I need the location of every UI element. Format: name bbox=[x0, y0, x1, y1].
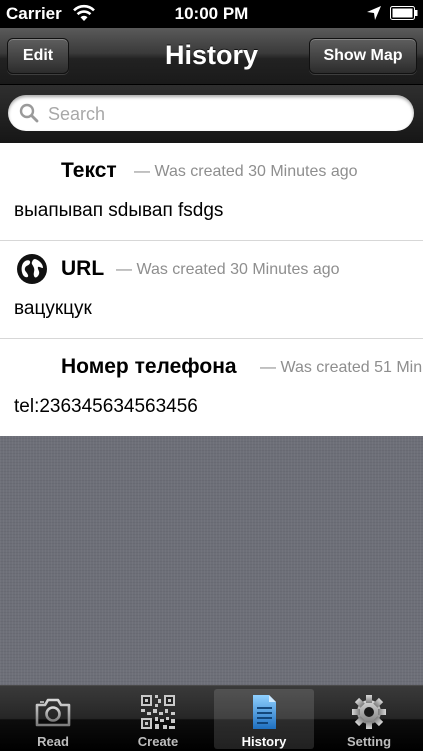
tab-label: History bbox=[241, 734, 287, 749]
globe-icon bbox=[17, 254, 47, 284]
navigation-bar: Edit History Show Map bbox=[0, 28, 423, 85]
battery-icon bbox=[390, 6, 418, 20]
row-content: выапывап sdывап fsdgs bbox=[14, 200, 224, 221]
camera-icon bbox=[35, 698, 71, 727]
search-bar bbox=[0, 85, 423, 143]
status-time: 10:00 PM bbox=[174, 4, 249, 23]
tab-label: Create bbox=[137, 734, 179, 749]
tab-label: Setting bbox=[346, 734, 392, 749]
history-list: Текст — Was created 30 Minutes ago выапы… bbox=[0, 143, 423, 437]
search-box[interactable] bbox=[8, 95, 414, 131]
tab-read[interactable]: Read bbox=[3, 689, 103, 749]
gear-icon bbox=[352, 695, 386, 729]
tab-setting[interactable]: Setting bbox=[319, 689, 419, 749]
row-created-time: — Was created 30 Minutes ago bbox=[116, 261, 340, 278]
status-bar: Carrier 10:00 PM bbox=[0, 0, 423, 28]
history-row-url[interactable]: URL — Was created 30 Minutes ago вацукцу… bbox=[0, 241, 423, 339]
list-background bbox=[0, 436, 423, 685]
history-row-phone[interactable]: Номер телефона — Was created 51 Minutes … bbox=[0, 339, 423, 437]
row-title: Номер телефона bbox=[61, 355, 237, 378]
search-icon bbox=[19, 103, 39, 123]
tab-history[interactable]: History bbox=[214, 689, 314, 749]
qr-code-icon bbox=[141, 695, 175, 729]
row-created-time: — Was created 51 Minutes ago bbox=[260, 359, 423, 376]
row-title: URL bbox=[61, 257, 105, 280]
row-created-time: — Was created 30 Minutes ago bbox=[134, 163, 358, 180]
row-title: Текст bbox=[61, 159, 117, 182]
show-map-button[interactable]: Show Map bbox=[309, 38, 417, 74]
tab-label: Read bbox=[37, 734, 69, 749]
tab-bar: Read Create History Setting bbox=[0, 685, 423, 751]
row-content: tel:236345634563456 bbox=[14, 396, 198, 417]
history-row-text[interactable]: Текст — Was created 30 Minutes ago выапы… bbox=[0, 143, 423, 241]
location-arrow-icon bbox=[367, 6, 381, 20]
search-input[interactable] bbox=[46, 99, 400, 129]
row-content: вацукцук bbox=[14, 298, 92, 319]
tab-create[interactable]: Create bbox=[108, 689, 208, 749]
document-icon bbox=[253, 695, 276, 729]
